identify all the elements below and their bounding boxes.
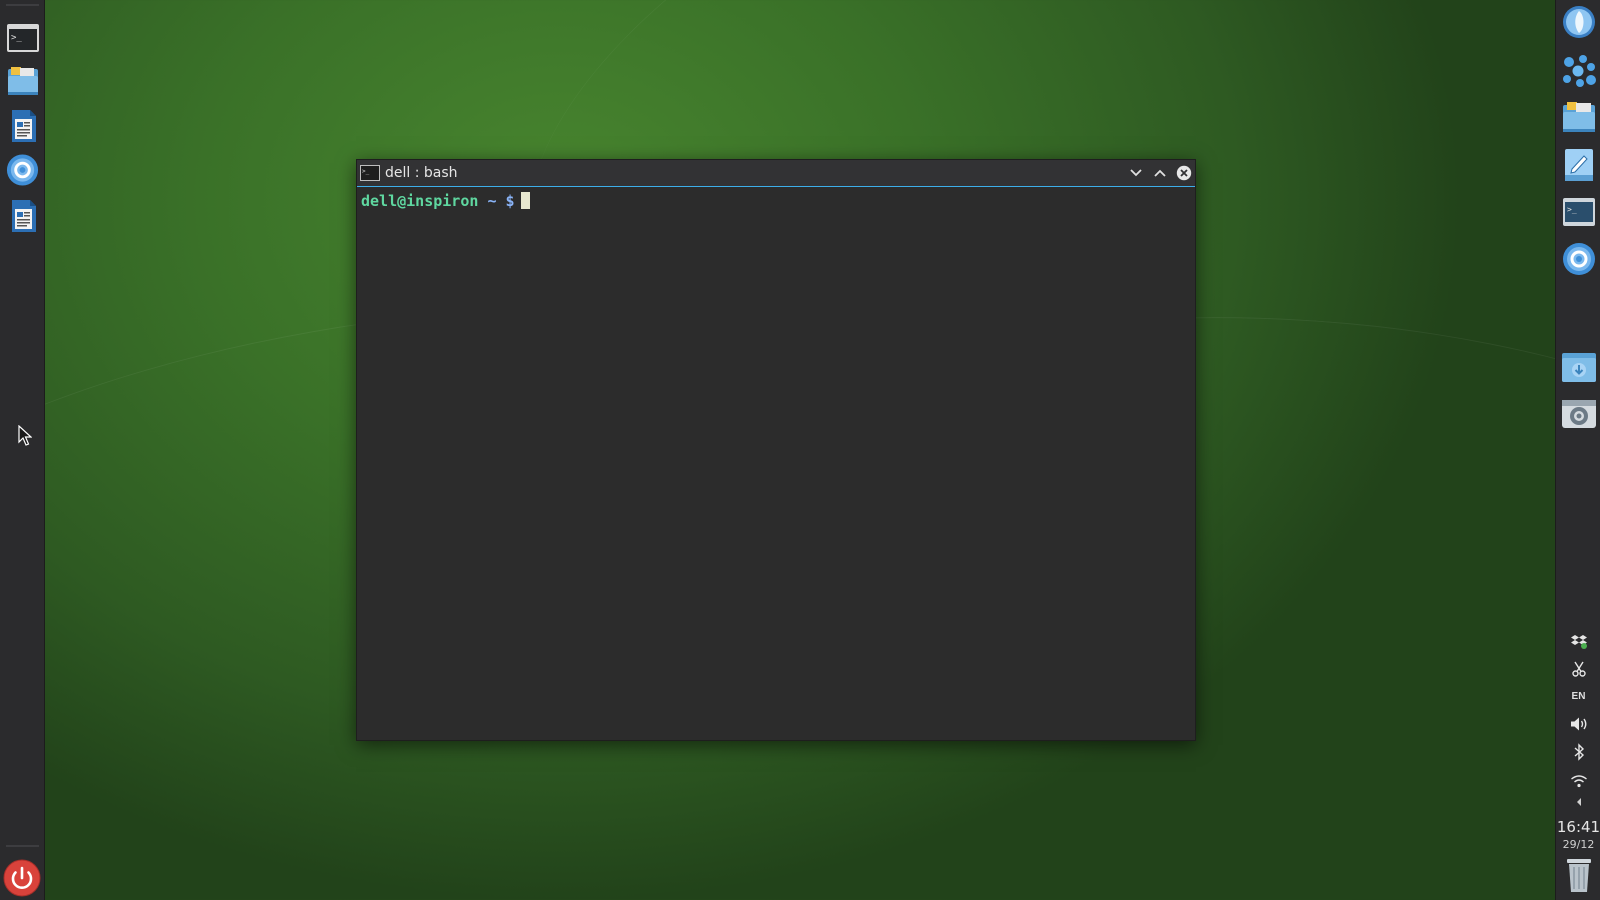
text-editor-icon <box>1565 149 1593 181</box>
terminal-window[interactable]: >_ dell : bash dell@inspiron ~ $ <box>356 159 1196 741</box>
downloads-folder-icon <box>1562 353 1596 382</box>
browser-launcher[interactable] <box>5 152 40 187</box>
right-launcher-downloads[interactable] <box>1560 348 1598 386</box>
chevron-left-icon <box>1576 798 1581 806</box>
folder-icon <box>1563 102 1595 132</box>
terminal-icon: >_ <box>6 23 39 52</box>
svg-text:>_: >_ <box>362 168 370 175</box>
right-launcher-browser[interactable] <box>1560 3 1598 41</box>
tray-expand-button[interactable] <box>1556 795 1600 809</box>
browser-icon <box>1563 243 1595 275</box>
chevron-down-icon <box>1130 169 1142 177</box>
right-launcher-settings[interactable] <box>1560 395 1598 433</box>
text-cursor <box>520 192 530 209</box>
terminal-icon: >_ <box>360 165 380 181</box>
right-launcher-files[interactable] <box>1560 99 1598 137</box>
clock-time[interactable]: 16:41 <box>1556 818 1600 836</box>
right-launcher-browser-2[interactable] <box>1560 240 1598 278</box>
chevron-up-icon <box>1154 169 1166 177</box>
trash-button[interactable] <box>1560 856 1598 894</box>
right-launcher-apps[interactable] <box>1560 52 1598 90</box>
right-panel: >_ EN 16:41 29/12 <box>1555 0 1600 900</box>
tray-wifi[interactable] <box>1556 770 1600 792</box>
keyboard-layout-label: EN <box>1571 690 1586 702</box>
tray-clipboard[interactable] <box>1556 658 1600 680</box>
tray-dropbox[interactable] <box>1556 630 1600 652</box>
tray-keyboard-layout[interactable]: EN <box>1556 685 1600 707</box>
prompt-user-host: dell@inspiron <box>361 192 479 210</box>
folder-icon <box>7 66 38 95</box>
mouse-pointer-icon <box>18 425 32 446</box>
close-button[interactable] <box>1175 164 1193 182</box>
tray-volume[interactable] <box>1556 713 1600 735</box>
wifi-icon <box>1570 775 1587 788</box>
prompt-path: ~ $ <box>487 192 515 210</box>
dock-bottom-grip <box>6 845 39 847</box>
terminal-launcher[interactable]: >_ <box>5 20 40 55</box>
clock-date[interactable]: 29/12 <box>1556 838 1600 851</box>
trash-icon <box>1567 859 1591 892</box>
minimize-button[interactable] <box>1127 164 1145 182</box>
right-launcher-terminal[interactable]: >_ <box>1560 193 1598 231</box>
svg-text:>_: >_ <box>11 33 22 43</box>
dropbox-icon <box>1570 635 1587 649</box>
terminal-output[interactable]: dell@inspiron ~ $ <box>357 187 1195 215</box>
document-editor-launcher[interactable] <box>5 108 40 143</box>
document-icon <box>11 109 36 142</box>
browser-icon <box>1563 6 1595 38</box>
document-viewer-launcher[interactable] <box>5 198 40 233</box>
maximize-button[interactable] <box>1151 164 1169 182</box>
volume-icon <box>1570 717 1586 731</box>
document-icon <box>11 199 36 232</box>
close-icon <box>1176 165 1192 181</box>
left-dock: >_ <box>0 0 45 900</box>
right-launcher-editor[interactable] <box>1560 146 1598 184</box>
svg-text:>_: >_ <box>1567 205 1577 214</box>
power-button[interactable] <box>2 858 42 898</box>
dock-top-grip <box>6 4 39 6</box>
tray-bluetooth[interactable] <box>1556 741 1600 763</box>
apps-grid-icon <box>1563 55 1596 87</box>
file-manager-launcher[interactable] <box>5 64 40 99</box>
window-title: dell : bash <box>385 165 458 181</box>
bluetooth-icon <box>1574 743 1584 761</box>
system-settings-icon <box>1562 400 1596 428</box>
scissors-icon <box>1571 661 1586 677</box>
terminal-icon: >_ <box>1563 198 1595 226</box>
power-icon <box>3 859 41 897</box>
terminal-titlebar[interactable]: >_ dell : bash <box>357 160 1195 187</box>
browser-icon <box>6 153 39 186</box>
